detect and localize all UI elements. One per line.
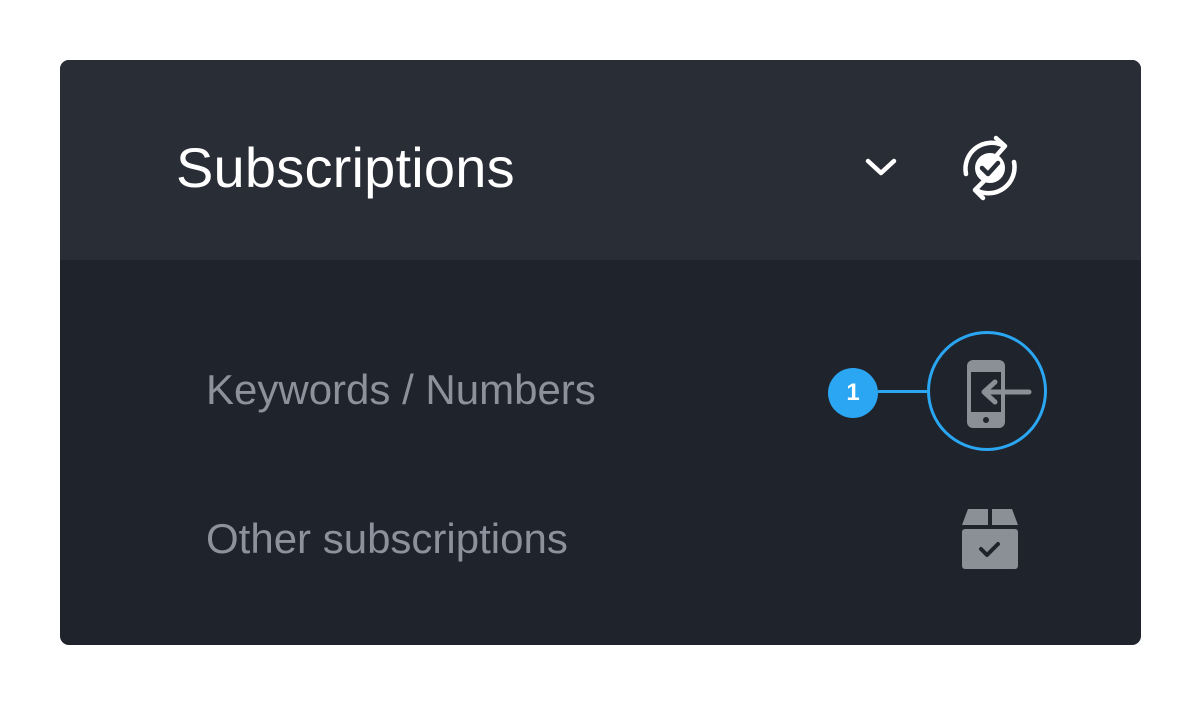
callout-badge: 1 <box>828 368 878 418</box>
package-check-icon[interactable] <box>960 507 1020 571</box>
sync-check-icon[interactable] <box>952 130 1028 206</box>
chevron-down-icon[interactable] <box>860 152 902 182</box>
panel-title: Subscriptions <box>176 136 515 199</box>
panel-header[interactable]: Subscriptions <box>60 60 1141 260</box>
callout-ring <box>927 331 1047 451</box>
subscriptions-panel: Subscriptions Keywords / Numbers Other s… <box>60 60 1141 645</box>
menu-item-keywords-numbers[interactable]: Keywords / Numbers <box>206 365 596 415</box>
callout-connector <box>878 390 930 393</box>
menu-item-other-subscriptions[interactable]: Other subscriptions <box>206 514 568 564</box>
